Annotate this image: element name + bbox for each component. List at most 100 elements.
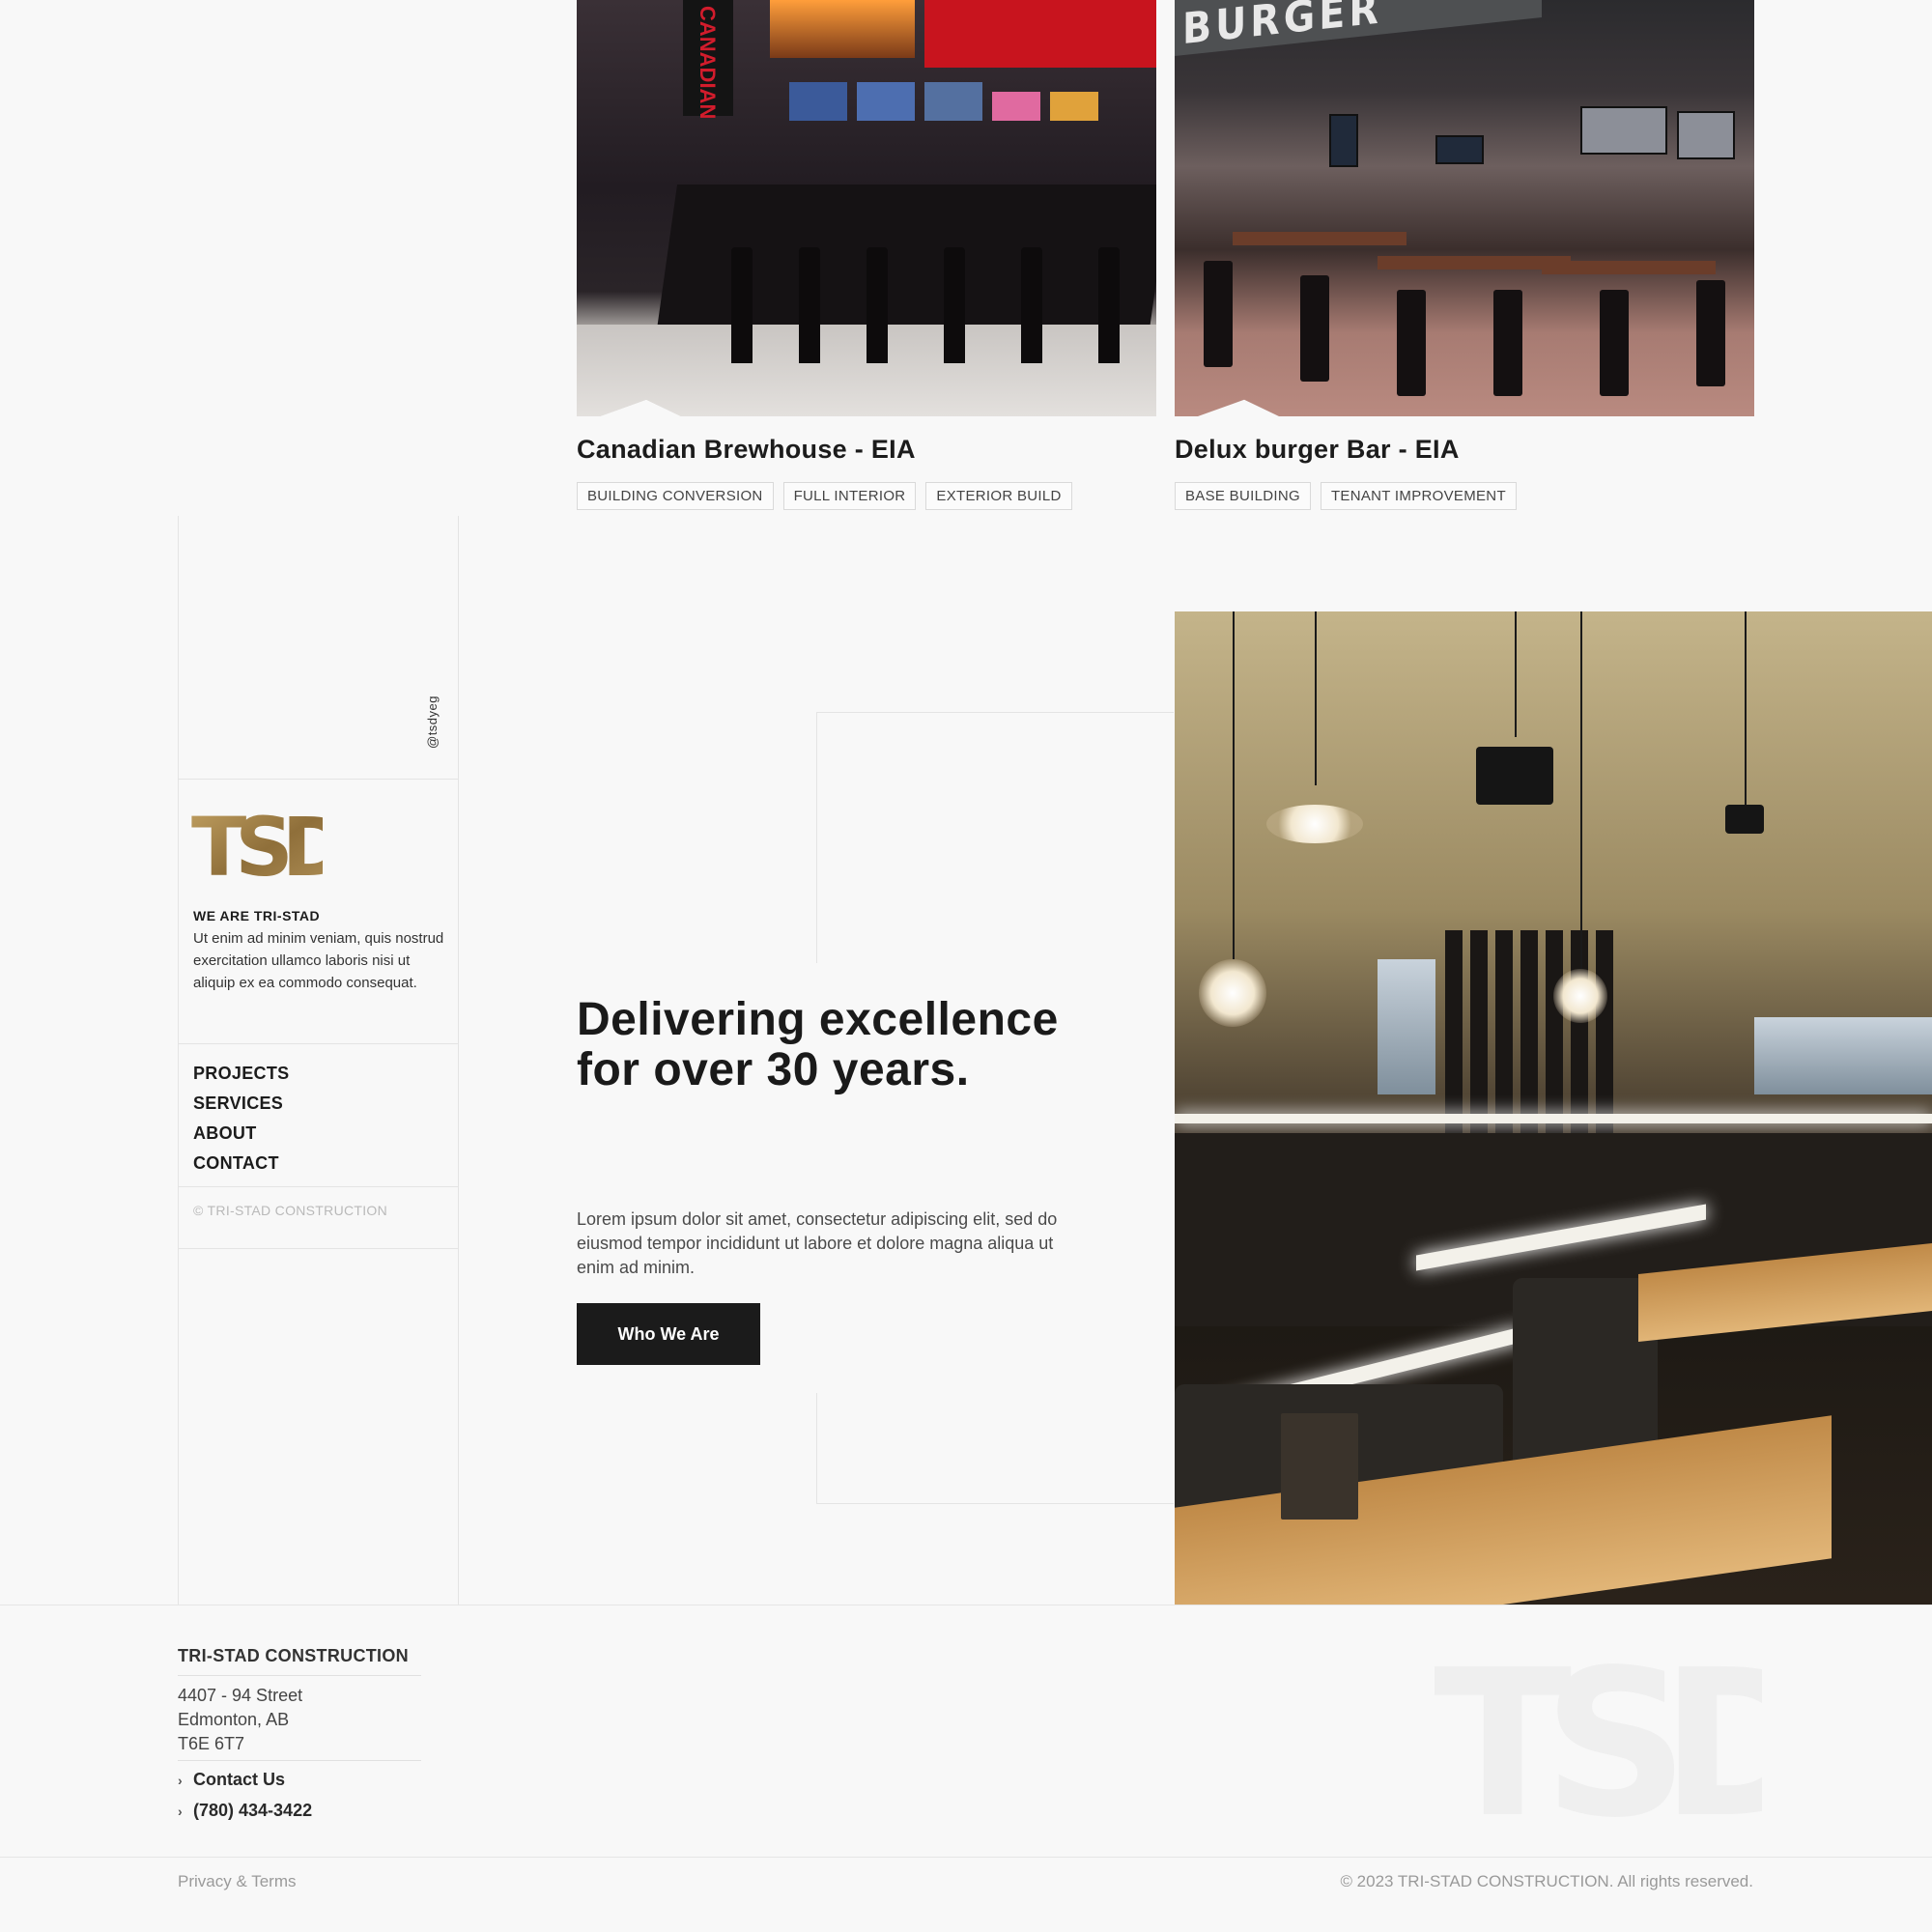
nav-item-about[interactable]: ABOUT bbox=[193, 1119, 289, 1149]
divider bbox=[179, 1043, 459, 1044]
divider bbox=[458, 516, 459, 1605]
divider bbox=[179, 1186, 459, 1187]
address-line: T6E 6T7 bbox=[178, 1734, 245, 1753]
privacy-terms-link[interactable]: Privacy & Terms bbox=[178, 1872, 297, 1891]
project-tag: FULL INTERIOR bbox=[782, 482, 917, 510]
social-handle[interactable]: @tsdyeg bbox=[425, 696, 440, 749]
chevron-right-icon: › bbox=[178, 1773, 183, 1788]
image-detail bbox=[799, 247, 820, 363]
image-detail bbox=[1098, 247, 1120, 363]
image-detail bbox=[1520, 930, 1538, 1162]
image-detail: CANADIAN bbox=[683, 0, 733, 119]
project-photo[interactable]: BURGER bbox=[1175, 0, 1754, 416]
watermark-text: TSD bbox=[1434, 1644, 1762, 1818]
image-detail bbox=[1378, 959, 1435, 1094]
footer-link-phone[interactable]: › (780) 434-3422 bbox=[178, 1796, 312, 1827]
image-detail bbox=[1493, 290, 1522, 396]
image-detail bbox=[1745, 611, 1747, 805]
image-detail bbox=[1175, 1114, 1932, 1123]
tsd-watermark-logo: TSD bbox=[1434, 1626, 1847, 1862]
image-sign-text: BURGER bbox=[1182, 0, 1382, 55]
image-detail bbox=[1470, 930, 1488, 1162]
divider bbox=[0, 1857, 1932, 1858]
image-detail bbox=[1315, 611, 1317, 785]
image-detail bbox=[944, 247, 965, 363]
chevron-right-icon: › bbox=[178, 1804, 183, 1819]
image-detail bbox=[1397, 290, 1426, 396]
footer-rights: © 2023 TRI-STAD CONSTRUCTION. All rights… bbox=[1340, 1872, 1753, 1890]
image-detail bbox=[1754, 1017, 1932, 1094]
main-nav: PROJECTS SERVICES ABOUT CONTACT bbox=[193, 1059, 289, 1179]
nav-item-services[interactable]: SERVICES bbox=[193, 1089, 289, 1119]
decorative-frame bbox=[816, 1393, 1174, 1504]
image-detail bbox=[924, 0, 1156, 68]
hero-title: Delivering excellence for over 30 years. bbox=[577, 994, 1059, 1095]
project-card-canadian-brewhouse[interactable]: CANADIAN Canadian Brewhouse - EIA BUILDI… bbox=[577, 0, 1156, 510]
image-detail bbox=[1329, 114, 1358, 167]
image-detail bbox=[992, 92, 1040, 121]
image-detail bbox=[1553, 969, 1607, 1023]
hero-body: Lorem ipsum dolor sit amet, consectetur … bbox=[577, 1209, 1058, 1277]
project-photo[interactable]: CANADIAN bbox=[577, 0, 1156, 416]
divider bbox=[178, 1675, 421, 1676]
about-title: WE ARE TRI-STAD bbox=[193, 908, 321, 923]
image-detail bbox=[1233, 611, 1235, 959]
address-line: Edmonton, AB bbox=[178, 1710, 290, 1729]
divider bbox=[179, 1248, 459, 1249]
image-detail bbox=[1696, 280, 1725, 386]
image-detail bbox=[1281, 1413, 1358, 1520]
image-detail bbox=[1266, 805, 1363, 843]
image-detail bbox=[1204, 261, 1233, 367]
image-detail bbox=[1300, 275, 1329, 382]
divider bbox=[178, 1760, 421, 1761]
image-detail bbox=[1445, 930, 1463, 1162]
image-detail bbox=[1050, 92, 1098, 121]
image-detail: BURGER bbox=[1175, 0, 1542, 56]
nav-item-contact[interactable]: CONTACT bbox=[193, 1149, 289, 1179]
decorative-frame bbox=[816, 712, 1174, 963]
image-detail bbox=[867, 247, 888, 363]
footer-link-contact[interactable]: › Contact Us bbox=[178, 1765, 312, 1796]
image-detail bbox=[1021, 247, 1042, 363]
image-detail bbox=[770, 0, 915, 58]
image-detail bbox=[1546, 930, 1563, 1162]
project-image: BURGER bbox=[1175, 0, 1754, 416]
footer-address: 4407 - 94 Street Edmonton, AB T6E 6T7 bbox=[178, 1684, 302, 1756]
project-tags: BUILDING CONVERSION FULL INTERIOR EXTERI… bbox=[577, 482, 1072, 510]
footer-link-label: Contact Us bbox=[193, 1770, 286, 1789]
footer-company-name: TRI-STAD CONSTRUCTION bbox=[178, 1646, 409, 1665]
image-detail bbox=[731, 247, 753, 363]
divider bbox=[178, 516, 179, 1605]
image-detail bbox=[1600, 290, 1629, 396]
nav-item-projects[interactable]: PROJECTS bbox=[193, 1059, 289, 1089]
image-detail bbox=[1199, 959, 1266, 1027]
project-title[interactable]: Canadian Brewhouse - EIA bbox=[577, 435, 916, 465]
image-detail bbox=[1677, 111, 1735, 159]
footer-link-label: (780) 434-3422 bbox=[193, 1801, 313, 1820]
image-detail bbox=[1725, 805, 1764, 834]
image-detail bbox=[1580, 611, 1582, 969]
project-image: CANADIAN bbox=[577, 0, 1156, 416]
project-tag: EXTERIOR BUILD bbox=[925, 482, 1072, 510]
image-detail bbox=[1495, 930, 1513, 1162]
tristad-logo[interactable]: TSD bbox=[191, 800, 357, 895]
project-title[interactable]: Delux burger Bar - EIA bbox=[1175, 435, 1460, 465]
address-line: 4407 - 94 Street bbox=[178, 1686, 303, 1705]
image-detail bbox=[857, 82, 915, 121]
project-card-delux-burger-bar[interactable]: BURGER Delux burger Bar - EIA BASE BUILD… bbox=[1175, 0, 1754, 510]
who-we-are-button[interactable]: Who We Are bbox=[577, 1303, 760, 1365]
project-tags: BASE BUILDING TENANT IMPROVEMENT bbox=[1175, 482, 1517, 510]
project-tag: TENANT IMPROVEMENT bbox=[1320, 482, 1517, 510]
logo-text: TSD bbox=[191, 808, 323, 879]
divider bbox=[179, 779, 459, 780]
image-detail bbox=[1476, 747, 1553, 805]
footer-links: › Contact Us › (780) 434-3422 bbox=[178, 1765, 312, 1827]
image-detail bbox=[1515, 611, 1517, 737]
tsd-logo-icon: TSD bbox=[1434, 1626, 1847, 1862]
image-detail bbox=[1596, 930, 1613, 1162]
image-detail bbox=[1233, 232, 1406, 245]
image-detail bbox=[1542, 261, 1716, 274]
image-detail bbox=[1580, 106, 1667, 155]
image-detail bbox=[1571, 930, 1588, 1162]
image-detail bbox=[1435, 135, 1484, 164]
